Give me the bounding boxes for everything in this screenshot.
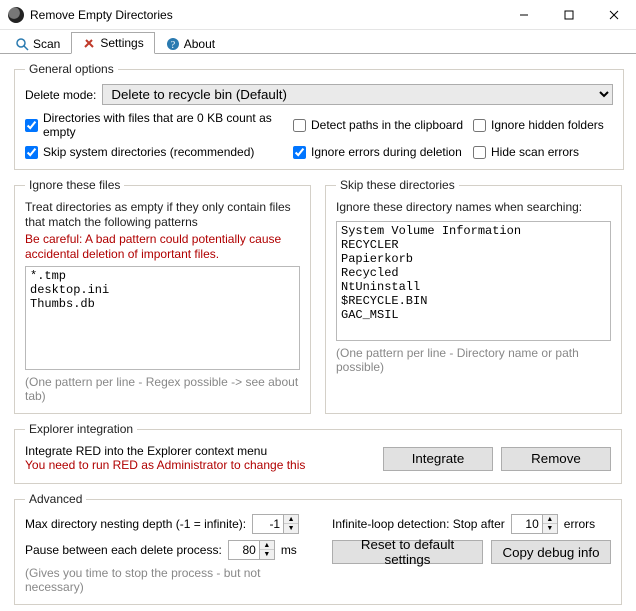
- window-titlebar: Remove Empty Directories: [0, 0, 636, 30]
- loop-label: Infinite-loop detection: Stop after: [332, 517, 505, 531]
- loop-input[interactable]: [512, 515, 542, 533]
- pause-spinner[interactable]: ▲▼: [228, 540, 275, 560]
- help-icon: ?: [166, 37, 180, 51]
- max-depth-label: Max directory nesting depth (-1 = infini…: [25, 517, 246, 531]
- spin-down-icon[interactable]: ▼: [260, 550, 274, 559]
- max-depth-input[interactable]: [253, 515, 283, 533]
- legend-ignore-files: Ignore these files: [25, 178, 124, 192]
- maximize-button[interactable]: [546, 0, 591, 30]
- tab-label: Scan: [33, 37, 60, 51]
- loop-spinner[interactable]: ▲▼: [511, 514, 558, 534]
- spin-up-icon[interactable]: ▲: [543, 515, 557, 524]
- pause-note: (Gives you time to stop the process - bu…: [25, 566, 304, 594]
- ignore-files-textarea[interactable]: *.tmp desktop.ini Thumbs.db: [25, 266, 300, 370]
- explorer-integration-group: Explorer integration Integrate RED into …: [14, 422, 622, 484]
- app-icon: [8, 7, 24, 23]
- reset-defaults-button[interactable]: Reset to default settings: [332, 540, 483, 564]
- main-tabs: Scan Settings ? About: [0, 30, 636, 54]
- window-controls: [501, 0, 636, 30]
- loop-unit: errors: [564, 517, 595, 531]
- checkbox-clipboard[interactable]: Detect paths in the clipboard: [293, 118, 473, 132]
- ignore-files-group: Ignore these files Treat directories as …: [14, 178, 311, 414]
- magnifier-icon: [15, 37, 29, 51]
- delete-mode-select[interactable]: Delete to recycle bin (Default): [102, 84, 613, 105]
- pause-input[interactable]: [229, 541, 259, 559]
- max-depth-spinner[interactable]: ▲▼: [252, 514, 299, 534]
- skip-dirs-textarea[interactable]: System Volume Information RECYCLER Papie…: [336, 221, 611, 341]
- skip-dirs-hint: (One pattern per line - Directory name o…: [336, 346, 611, 374]
- tab-scan[interactable]: Scan: [4, 33, 71, 54]
- window-title: Remove Empty Directories: [30, 8, 501, 22]
- integrate-button[interactable]: Integrate: [383, 447, 493, 471]
- spin-up-icon[interactable]: ▲: [284, 515, 298, 524]
- checkbox-hide-errors[interactable]: Hide scan errors: [473, 145, 613, 159]
- skip-dirs-group: Skip these directories Ignore these dire…: [325, 178, 622, 414]
- svg-text:?: ?: [170, 40, 175, 51]
- checkbox-zerokb[interactable]: Directories with files that are 0 KB cou…: [25, 111, 293, 139]
- checkbox-hidden[interactable]: Ignore hidden folders: [473, 118, 613, 132]
- legend-explorer: Explorer integration: [25, 422, 137, 436]
- explorer-desc: Integrate RED into the Explorer context …: [25, 444, 369, 458]
- pause-label: Pause between each delete process:: [25, 543, 222, 557]
- ignore-files-desc: Treat directories as empty if they only …: [25, 200, 300, 230]
- spin-down-icon[interactable]: ▼: [543, 524, 557, 533]
- tab-settings[interactable]: Settings: [71, 32, 154, 54]
- tools-icon: [82, 36, 96, 50]
- tab-label: Settings: [100, 36, 143, 50]
- tab-about[interactable]: ? About: [155, 33, 226, 54]
- checkbox-ignore-errors[interactable]: Ignore errors during deletion: [293, 145, 473, 159]
- legend-skip-dirs: Skip these directories: [336, 178, 459, 192]
- tab-label: About: [184, 37, 215, 51]
- remove-button[interactable]: Remove: [501, 447, 611, 471]
- pause-unit: ms: [281, 543, 297, 557]
- legend-general: General options: [25, 62, 118, 76]
- close-button[interactable]: [591, 0, 636, 30]
- legend-advanced: Advanced: [25, 492, 86, 506]
- ignore-files-warn: Be careful: A bad pattern could potentia…: [25, 232, 300, 262]
- spin-up-icon[interactable]: ▲: [260, 541, 274, 550]
- delete-mode-label: Delete mode:: [25, 88, 96, 102]
- general-options-group: General options Delete mode: Delete to r…: [14, 62, 624, 170]
- minimize-button[interactable]: [501, 0, 546, 30]
- explorer-warn: You need to run RED as Administrator to …: [25, 458, 369, 473]
- spin-down-icon[interactable]: ▼: [284, 524, 298, 533]
- checkbox-skipsys[interactable]: Skip system directories (recommended): [25, 145, 293, 159]
- ignore-files-hint: (One pattern per line - Regex possible -…: [25, 375, 300, 403]
- advanced-group: Advanced Max directory nesting depth (-1…: [14, 492, 622, 605]
- copy-debug-button[interactable]: Copy debug info: [491, 540, 611, 564]
- skip-dirs-desc: Ignore these directory names when search…: [336, 200, 611, 215]
